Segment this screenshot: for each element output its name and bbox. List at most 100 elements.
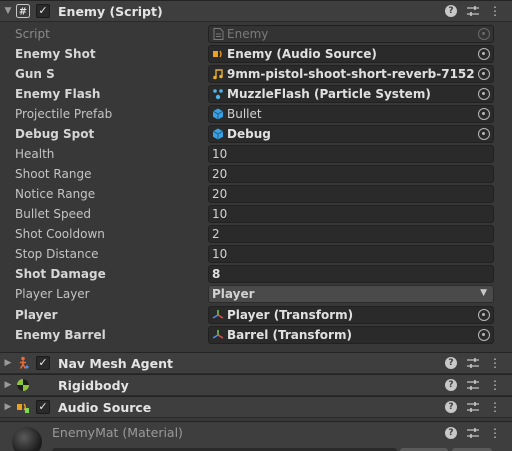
presets-icon[interactable] [466,3,480,19]
field-row-stop-distance: Stop Distance 10 [0,244,512,264]
object-picker-icon[interactable] [478,88,490,100]
object-picker-icon[interactable] [478,68,490,80]
presets-icon[interactable] [466,399,480,415]
field-value: Enemy [227,27,269,41]
field-label-shot-cooldown: Shot Cooldown [15,227,105,241]
number-field-shoot-range[interactable]: 20 [208,165,494,183]
field-row-enemy-barrel: Enemy Barrel Barrel (Transform) [0,325,512,345]
help-icon[interactable]: ? [444,425,458,441]
more-icon[interactable]: ⋮ [488,3,502,19]
component-title: Rigidbody [58,377,129,393]
number-field-bullet-speed[interactable]: 10 [208,205,494,223]
field-row-shot-damage: Shot Damage 8 [0,264,512,284]
field-value: Player (Transform) [227,308,354,322]
field-value: Enemy (Audio Source) [227,47,377,61]
component-header-enemy-script[interactable]: ▼ # ✓ Enemy (Script) ? ⋮ [0,0,512,22]
field-label-health: Health [15,147,55,161]
field-value: 8 [212,267,221,281]
component-enabled-checkbox[interactable]: ✓ [36,400,50,414]
object-picker-icon[interactable] [478,329,490,341]
foldout-expanded-icon[interactable]: ▼ [1,6,15,16]
component-title: Nav Mesh Agent [58,355,173,371]
particle-system-icon [212,88,224,100]
more-icon[interactable]: ⋮ [488,355,502,371]
object-field-enemy-shot[interactable]: Enemy (Audio Source) [208,45,494,63]
field-label-debug-spot: Debug Spot [15,127,95,141]
more-icon[interactable]: ⋮ [488,399,502,415]
object-picker-icon[interactable] [478,48,490,60]
number-field-notice-range[interactable]: 20 [208,185,494,203]
component-enabled-checkbox[interactable]: ✓ [36,4,50,18]
object-field-enemy-flash[interactable]: MuzzleFlash (Particle System) [208,85,494,103]
field-row-player-layer: Player Layer Player ▼ [0,284,512,304]
field-label-projectile-prefab: Projectile Prefab [15,107,113,121]
field-value: 2 [212,227,220,241]
object-field-enemy-barrel[interactable]: Barrel (Transform) [208,326,494,344]
more-icon[interactable]: ⋮ [488,377,502,393]
help-icon[interactable]: ? [444,3,458,19]
number-field-shot-cooldown[interactable]: 2 [208,225,494,243]
field-label-shot-damage: Shot Damage [15,267,106,281]
foldout-collapsed-icon[interactable]: ▶ [1,358,15,368]
rigidbody-icon [15,377,31,393]
foldout-collapsed-icon[interactable]: ▶ [1,380,15,390]
presets-icon[interactable] [466,425,480,441]
field-value: 20 [212,187,228,201]
audio-source-icon [212,48,224,60]
field-value: Debug [227,127,271,141]
help-icon[interactable]: ? [444,355,458,371]
help-icon[interactable]: ? [444,399,458,415]
field-value: MuzzleFlash (Particle System) [227,87,431,101]
object-field-gun-s[interactable]: 9mm-pistol-shoot-short-reverb-7152 [208,65,494,83]
field-row-enemy-flash: Enemy Flash MuzzleFlash (Particle System) [0,84,512,104]
component-header-rigidbody[interactable]: ▶ Rigidbody? ⋮ [0,374,512,396]
object-picker-icon[interactable] [478,128,490,140]
field-row-enemy-shot: Enemy Shot Enemy (Audio Source) [0,44,512,64]
layer-dropdown-player-layer[interactable]: Player ▼ [208,285,494,303]
field-row-shot-cooldown: Shot Cooldown 2 [0,224,512,244]
audio-clip-icon [212,68,224,80]
field-value: 10 [212,207,228,221]
object-field-player[interactable]: Player (Transform) [208,306,494,324]
presets-icon[interactable] [466,377,480,393]
field-row-bullet-speed: Bullet Speed 10 [0,204,512,224]
field-value: Bullet [227,107,262,121]
field-value: Player [212,287,255,301]
foldout-collapsed-icon[interactable]: ▶ [1,402,15,412]
prefab-icon [212,108,224,120]
field-label-gun-s: Gun S [15,67,55,81]
nav-mesh-agent-icon [15,355,31,371]
number-field-health[interactable]: 10 [208,145,494,163]
field-value: 10 [212,247,228,261]
help-icon[interactable]: ? [444,377,458,393]
object-field-script: Enemy [208,25,494,43]
presets-icon[interactable] [466,355,480,371]
number-field-shot-damage[interactable]: 8 [208,265,494,283]
object-field-projectile-prefab[interactable]: Bullet [208,105,494,123]
object-picker-icon[interactable] [478,309,490,321]
more-icon[interactable]: ⋮ [488,425,502,441]
field-row-shoot-range: Shoot Range 20 [0,164,512,184]
component-title: Audio Source [58,399,152,415]
transform-icon [212,309,224,321]
component-header-audio-source[interactable]: ▶ ✓ Audio Source? ⋮ [0,396,512,418]
material-title: EnemyMat (Material) [52,425,183,440]
component-header-nav-mesh-agent[interactable]: ▶ ✓ Nav Mesh Agent? ⋮ [0,352,512,374]
script-file-icon [212,28,224,40]
component-enabled-checkbox[interactable]: ✓ [36,356,50,370]
object-picker-icon[interactable] [478,108,490,120]
field-value: 9mm-pistol-shoot-short-reverb-7152 [227,67,475,81]
field-label-bullet-speed: Bullet Speed [15,207,92,221]
number-field-stop-distance[interactable]: 10 [208,245,494,263]
field-row-player: Player Player (Transform) [0,305,512,325]
field-row-debug-spot: Debug Spot Debug [0,124,512,144]
field-label-enemy-barrel: Enemy Barrel [15,328,106,342]
object-field-debug-spot[interactable]: Debug [208,125,494,143]
transform-icon [212,329,224,341]
audio-source-icon [15,399,31,415]
dropdown-arrow-icon: ▼ [480,288,487,298]
prefab-icon [212,128,224,140]
field-label-enemy-shot: Enemy Shot [15,47,96,61]
material-header[interactable]: EnemyMat (Material) ? ⋮ [0,421,512,451]
field-label-player: Player [15,308,58,322]
